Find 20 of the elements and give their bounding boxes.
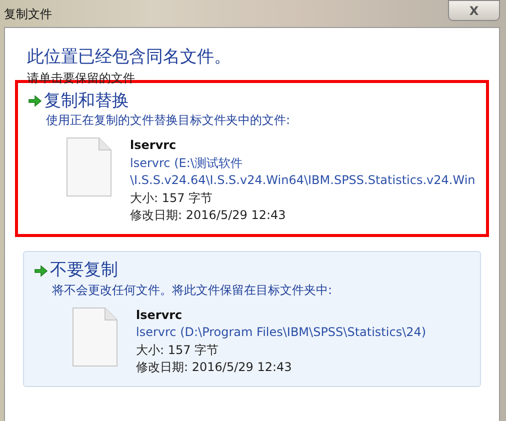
- arrow-icon: [34, 264, 48, 277]
- window-title: 复制文件: [4, 6, 52, 22]
- file-name: lservrc: [136, 306, 184, 324]
- file-modified-date: 修改日期: 2016/5/29 12:43: [136, 359, 293, 376]
- file-size: 大小: 157 字节: [130, 190, 214, 207]
- option-title[interactable]: 复制和替换: [44, 91, 129, 112]
- close-button[interactable]: X: [448, 0, 500, 21]
- file-name: lservrc: [130, 137, 178, 154]
- option-description: 使用正在复制的文件替换目标文件夹中的文件:: [46, 112, 292, 130]
- dialog-heading: 此位置已经包含同名文件。: [27, 46, 232, 68]
- file-icon: [72, 306, 118, 367]
- option-title[interactable]: 不要复制: [50, 260, 118, 281]
- file-size: 大小: 157 字节: [136, 342, 220, 359]
- file-icon: [66, 137, 112, 198]
- file-path: lservrc (D:\Program Files\IBM\SPSS\Statistics\24): [136, 324, 426, 342]
- file-path: lservrc (E:\测试软件 \I.S.S.v24.64\I.S.S.v24.Win64\IBM.SPSS.Statistics.v24.Win: [130, 154, 476, 190]
- option-description: 将不会更改任何文件。将此文件保留在目标文件夹中:: [52, 282, 334, 299]
- file-modified-date: 修改日期: 2016/5/29 12:43: [130, 207, 287, 224]
- arrow-icon: [28, 95, 42, 108]
- option-card[interactable]: 不要复制 将不会更改任何文件。将此文件保留在目标文件夹中: lservrc lservrc (D:\Program Files\IBM\SPSS\Statistics\24) 大小: 157 字节 修改日期: 2016/5/29 12:43: [23, 251, 481, 388]
